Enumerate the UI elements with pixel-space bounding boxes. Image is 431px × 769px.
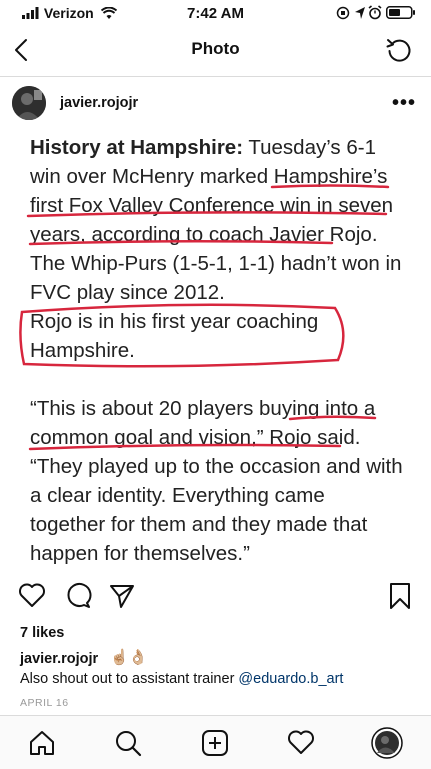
send-icon bbox=[108, 585, 136, 614]
tab-activity[interactable] bbox=[287, 729, 315, 760]
caption-text: Also shout out to assistant trainer @edu… bbox=[20, 671, 344, 687]
clock: 7:42 AM bbox=[187, 5, 244, 22]
post-photo[interactable]: History at Hampshire: Tuesday’s 6-1 win … bbox=[0, 132, 431, 574]
tab-home[interactable] bbox=[28, 729, 56, 762]
refresh-icon bbox=[385, 39, 413, 68]
rotation-lock-icon bbox=[336, 6, 350, 23]
nav-bar: Photo bbox=[0, 26, 431, 77]
status-bar: Verizon 7:42 AM bbox=[0, 0, 431, 26]
ellipsis-icon: ••• bbox=[392, 92, 417, 114]
battery-icon bbox=[386, 6, 416, 22]
alarm-icon bbox=[368, 5, 382, 23]
comment-button[interactable] bbox=[64, 582, 92, 615]
page-title: Photo bbox=[191, 39, 240, 58]
heart-icon bbox=[18, 583, 46, 612]
bottom-tab-bar bbox=[0, 715, 431, 769]
red-annotation-marks bbox=[19, 184, 390, 451]
location-icon bbox=[354, 6, 366, 23]
caption-username[interactable]: javier.rojojr bbox=[20, 651, 98, 667]
post-username[interactable]: javier.rojojr bbox=[60, 95, 138, 111]
caption-emoji: ☝🏼👌🏼 bbox=[110, 649, 148, 666]
more-options-button[interactable]: ••• bbox=[392, 92, 416, 115]
comment-icon bbox=[64, 583, 92, 614]
like-count[interactable]: 7 likes bbox=[20, 625, 64, 641]
avatar[interactable] bbox=[12, 86, 46, 120]
like-button[interactable] bbox=[18, 582, 46, 613]
home-icon bbox=[28, 731, 56, 761]
refresh-button[interactable] bbox=[385, 36, 413, 69]
post-actions bbox=[0, 578, 431, 618]
profile-avatar bbox=[371, 727, 403, 763]
add-post-icon bbox=[201, 730, 229, 761]
mention-link[interactable]: @eduardo.b_art bbox=[238, 671, 343, 687]
tab-new-post[interactable] bbox=[201, 729, 229, 762]
post-date: APRIL 16 bbox=[20, 697, 69, 709]
bookmark-icon bbox=[388, 583, 412, 614]
tab-profile[interactable] bbox=[371, 727, 403, 764]
save-button[interactable] bbox=[388, 582, 412, 615]
tab-search[interactable] bbox=[114, 729, 142, 762]
heart-icon bbox=[287, 730, 315, 759]
share-button[interactable] bbox=[108, 582, 136, 615]
search-icon bbox=[114, 731, 142, 761]
